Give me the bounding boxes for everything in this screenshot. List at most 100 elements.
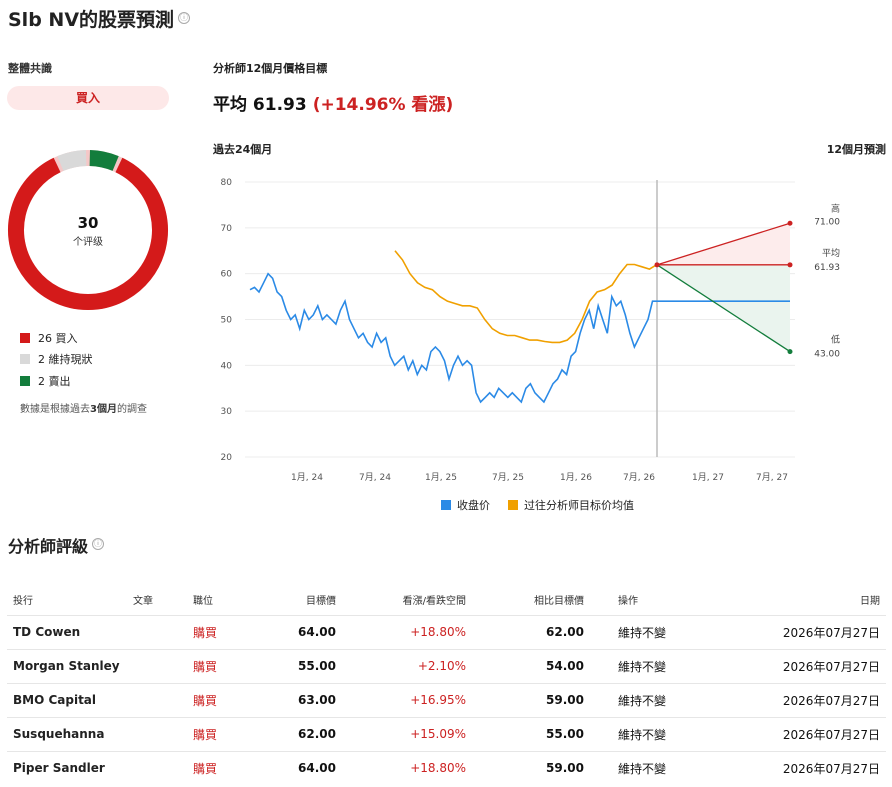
- chart-legend: 收盘价 过往分析师目标价均值: [441, 497, 634, 513]
- x-tick-label: 7月, 26: [623, 472, 655, 483]
- prev-target-cell: 55.00: [472, 716, 590, 751]
- x-tick-label: 1月, 26: [560, 472, 592, 483]
- upside-cell: +18.80%: [342, 750, 472, 785]
- prev-target-cell: 59.00: [472, 750, 590, 785]
- ratings-title-text: 分析師評級: [8, 537, 89, 556]
- forecast-low-label: 低: [831, 334, 840, 346]
- price-target-label: 分析師12個月價格目標: [213, 62, 328, 75]
- article-cell: [127, 614, 187, 649]
- upside-cell: +15.09%: [342, 716, 472, 751]
- col-target: 目標價: [306, 596, 336, 608]
- y-tick-label: 30: [221, 407, 233, 417]
- prev-target-cell: 59.00: [472, 682, 590, 717]
- legend-hold-text: 2 維持現狀: [38, 353, 93, 366]
- legend-close-price-text: 收盘价: [457, 499, 490, 512]
- x-tick-label: 1月, 27: [692, 472, 724, 483]
- price-target-average: 平均 61.93 (+14.96% 看漲): [213, 90, 453, 115]
- donut-center: 30 个评级: [7, 214, 169, 248]
- col-prev-target: 相比目標價: [534, 596, 584, 608]
- legend-avg-target[interactable]: 过往分析师目标价均值: [508, 497, 634, 513]
- x-tick-label: 7月, 24: [359, 472, 391, 483]
- firm-cell: TD Cowen: [7, 614, 127, 649]
- legend-hold: 2 維持現狀: [20, 351, 93, 367]
- forecast-avg-label: 平均: [822, 247, 840, 259]
- y-tick-label: 70: [221, 224, 233, 234]
- legend-sell: 2 賣出: [20, 373, 71, 389]
- info-icon[interactable]: ⓘ: [92, 538, 105, 550]
- date-cell: 2026年07月27日: [690, 614, 886, 649]
- col-date: 日期: [860, 596, 880, 608]
- legend-close-price[interactable]: 收盘价: [441, 497, 490, 513]
- ratings-table: 投行 文章 職位 目標價 看漲/看跌空間 相比目標價 操作 日期 TD Cowe…: [7, 585, 886, 785]
- rating-unit: 个评级: [73, 237, 103, 248]
- table-row: TD Cowen 購買 64.00 +18.80% 62.00 維持不變 202…: [7, 614, 886, 649]
- position-cell: 購買: [187, 682, 257, 717]
- prev-target-cell: 54.00: [472, 648, 590, 683]
- upside-cell: +2.10%: [342, 648, 472, 683]
- price-forecast-chart: 80 70 60 50 40 30 20 1月, 24 7月, 24 1月, 25 7月, 25 1月…: [221, 178, 841, 483]
- forecast-low-point: [787, 349, 793, 355]
- forecast-avg-value: 61.93: [814, 263, 840, 273]
- avg-target-line: [394, 250, 658, 344]
- position-cell: 購買: [187, 648, 257, 683]
- target-cell: 64.00: [257, 614, 342, 649]
- action-cell: 維持不變: [590, 614, 690, 649]
- legend-buy: 26 買入: [20, 330, 78, 346]
- info-icon[interactable]: ⓘ: [178, 12, 191, 24]
- position-cell: 購買: [187, 614, 257, 649]
- page-title: Slb NV的股票預測 ⓘ: [8, 5, 191, 32]
- ratings-title: 分析師評級 ⓘ: [8, 533, 105, 557]
- past-period-label: 過去24個月: [213, 143, 273, 156]
- consensus-rating-badge: 買入: [7, 86, 169, 110]
- donut-segment-hold: [57, 150, 87, 172]
- forecast-high-label: 高: [831, 202, 840, 214]
- action-cell: 維持不變: [590, 750, 690, 785]
- firm-cell: Susquehanna: [7, 716, 127, 751]
- article-cell: [127, 750, 187, 785]
- y-tick-label: 20: [221, 453, 233, 463]
- y-tick-label: 60: [221, 270, 233, 280]
- prev-target-cell: 62.00: [472, 614, 590, 649]
- close-price-swatch: [441, 500, 451, 510]
- forecast-avg-point: [787, 262, 793, 268]
- average-value: 平均 61.93: [213, 95, 307, 115]
- table-header-row: 投行 文章 職位 目標價 看漲/看跌空間 相比目標價 操作 日期: [7, 585, 886, 615]
- consensus-label: 整體共識: [8, 62, 52, 75]
- upside-cell: +16.95%: [342, 682, 472, 717]
- action-cell: 維持不變: [590, 682, 690, 717]
- target-cell: 55.00: [257, 648, 342, 683]
- position-cell: 購買: [187, 716, 257, 751]
- buy-swatch: [20, 333, 30, 343]
- col-position: 職位: [193, 596, 213, 608]
- firm-cell: Morgan Stanley: [7, 648, 127, 683]
- donut-segment-sell: [89, 150, 119, 172]
- forecast-period-label: 12個月預測: [826, 143, 886, 156]
- upside-cell: +18.80%: [342, 614, 472, 649]
- forecast-low-value: 43.00: [814, 350, 840, 360]
- date-cell: 2026年07月27日: [690, 750, 886, 785]
- legend-buy-text: 26 買入: [38, 332, 78, 345]
- x-tick-label: 7月, 27: [756, 472, 788, 483]
- survey-note-suffix: 的調查: [116, 404, 147, 415]
- rating-count: 30: [77, 214, 99, 232]
- y-tick-label: 40: [221, 361, 233, 371]
- x-tick-label: 1月, 25: [425, 472, 457, 483]
- y-tick-label: 80: [221, 178, 233, 188]
- article-cell: [127, 682, 187, 717]
- table-row: Morgan Stanley 購買 55.00 +2.10% 54.00 維持不…: [7, 648, 886, 683]
- ratings-body: TD Cowen 購買 64.00 +18.80% 62.00 維持不變 202…: [7, 614, 886, 785]
- survey-note-prefix: 數據是根據過去: [20, 404, 90, 415]
- position-cell: 購買: [187, 750, 257, 785]
- survey-note-period: 3個月: [90, 404, 117, 415]
- date-cell: 2026年07月27日: [690, 716, 886, 751]
- target-cell: 64.00: [257, 750, 342, 785]
- page-title-text: Slb NV的股票預測: [8, 9, 175, 31]
- survey-note: 數據是根據過去3個月的調查: [20, 400, 147, 415]
- table-row: Susquehanna 購買 62.00 +15.09% 55.00 維持不變 …: [7, 716, 886, 751]
- legend-avg-target-text: 过往分析师目标价均值: [524, 499, 634, 512]
- article-cell: [127, 648, 187, 683]
- average-change: (+14.96% 看漲): [312, 95, 454, 115]
- table-row: Piper Sandler 購買 64.00 +18.80% 59.00 維持不…: [7, 750, 886, 785]
- action-cell: 維持不變: [590, 716, 690, 751]
- forecast-high-point: [787, 220, 793, 226]
